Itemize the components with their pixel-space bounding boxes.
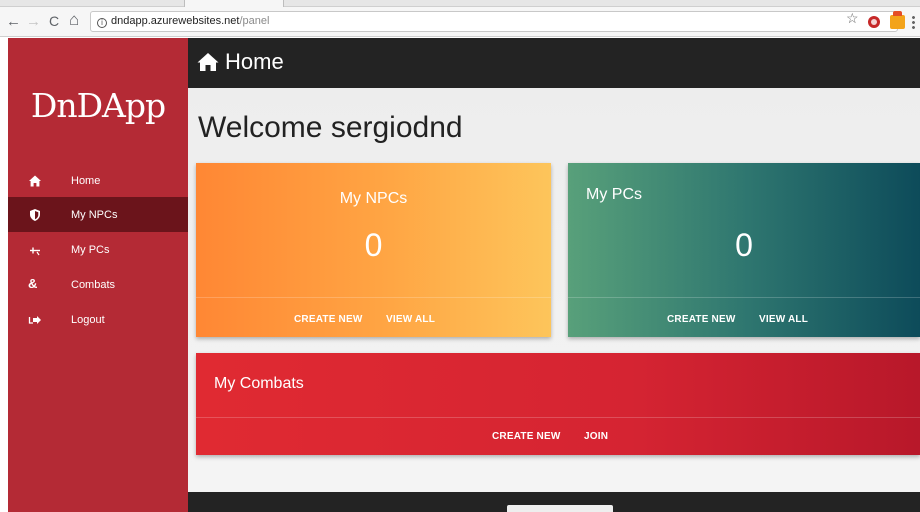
ampersand-icon: &	[28, 276, 38, 291]
reload-icon[interactable]: C	[49, 13, 59, 30]
top-header: Home	[188, 38, 920, 88]
info-icon[interactable]: i	[97, 18, 107, 28]
pcs-card: My PCs 0 CREATE NEW VIEW ALL	[568, 163, 920, 337]
back-arrow-icon[interactable]: ←	[6, 13, 21, 30]
app-logo[interactable]: DnDApp	[8, 86, 188, 125]
sidebar-item-label: Logout	[71, 314, 105, 326]
card-divider	[196, 297, 551, 298]
page-title: Home	[225, 49, 284, 74]
combats-card: My Combats CREATE NEW JOIN	[196, 353, 920, 455]
sidebar-item-label: Combats	[71, 279, 116, 291]
view-all-npcs-button[interactable]: VIEW ALL	[386, 314, 435, 326]
bookmark-star-icon[interactable]: ☆	[846, 10, 859, 27]
sidebar-item-home[interactable]: Home	[8, 163, 188, 198]
home-icon	[29, 175, 41, 187]
browser-tab-strip	[0, 0, 920, 7]
address-bar[interactable]: i dndapp.azurewebsites.net/panel	[90, 11, 898, 32]
url-host: dndapp.azurewebsites.net	[111, 15, 240, 27]
card-divider	[196, 417, 920, 418]
sword-icon	[30, 247, 40, 256]
html5-extension-icon[interactable]	[890, 11, 905, 29]
forward-arrow-icon[interactable]: →	[26, 13, 41, 30]
sidebar: DnDApp Home My NPCs My PCs & Combats Log…	[8, 38, 188, 512]
card-title: My Combats	[214, 375, 304, 392]
sidebar-item-label: Home	[71, 175, 101, 187]
sidebar-item-label: My PCs	[71, 244, 110, 256]
footer-tab	[507, 505, 613, 512]
create-npc-button[interactable]: CREATE NEW	[294, 314, 362, 326]
create-pc-button[interactable]: CREATE NEW	[667, 314, 735, 326]
page-footer	[188, 492, 920, 512]
join-combat-button[interactable]: JOIN	[584, 431, 608, 443]
view-all-pcs-button[interactable]: VIEW ALL	[759, 314, 808, 326]
card-title: My NPCs	[339, 190, 408, 207]
url-path: /panel	[239, 15, 270, 27]
sidebar-item-logout[interactable]: Logout	[8, 302, 188, 337]
browser-toolbar: ← → C ⌂ i dndapp.azurewebsites.net/panel …	[0, 7, 920, 37]
browser-menu-icon[interactable]	[912, 15, 915, 29]
welcome-heading: Welcome sergiodnd	[198, 111, 463, 144]
home-icon	[197, 53, 219, 71]
home-icon[interactable]: ⌂	[69, 11, 79, 28]
sidebar-item-combats[interactable]: & Combats	[8, 267, 188, 302]
sidebar-item-my-pcs[interactable]: My PCs	[8, 232, 188, 267]
main-content: Welcome sergiodnd My NPCs 0 CREATE NEW V…	[188, 88, 920, 492]
sidebar-item-label: My NPCs	[71, 209, 118, 221]
npc-count: 0	[364, 227, 383, 263]
logout-icon	[28, 316, 41, 324]
pc-count: 0	[735, 227, 753, 263]
card-divider	[568, 297, 920, 298]
npcs-card: My NPCs 0 CREATE NEW VIEW ALL	[196, 163, 551, 337]
shield-icon	[30, 209, 40, 221]
sidebar-item-my-npcs[interactable]: My NPCs	[8, 197, 188, 232]
card-title: My PCs	[586, 186, 642, 203]
active-browser-tab[interactable]	[184, 0, 284, 7]
ublock-extension-icon[interactable]	[868, 16, 880, 28]
tab-strip-background	[0, 0, 920, 7]
create-combat-button[interactable]: CREATE NEW	[492, 431, 560, 443]
